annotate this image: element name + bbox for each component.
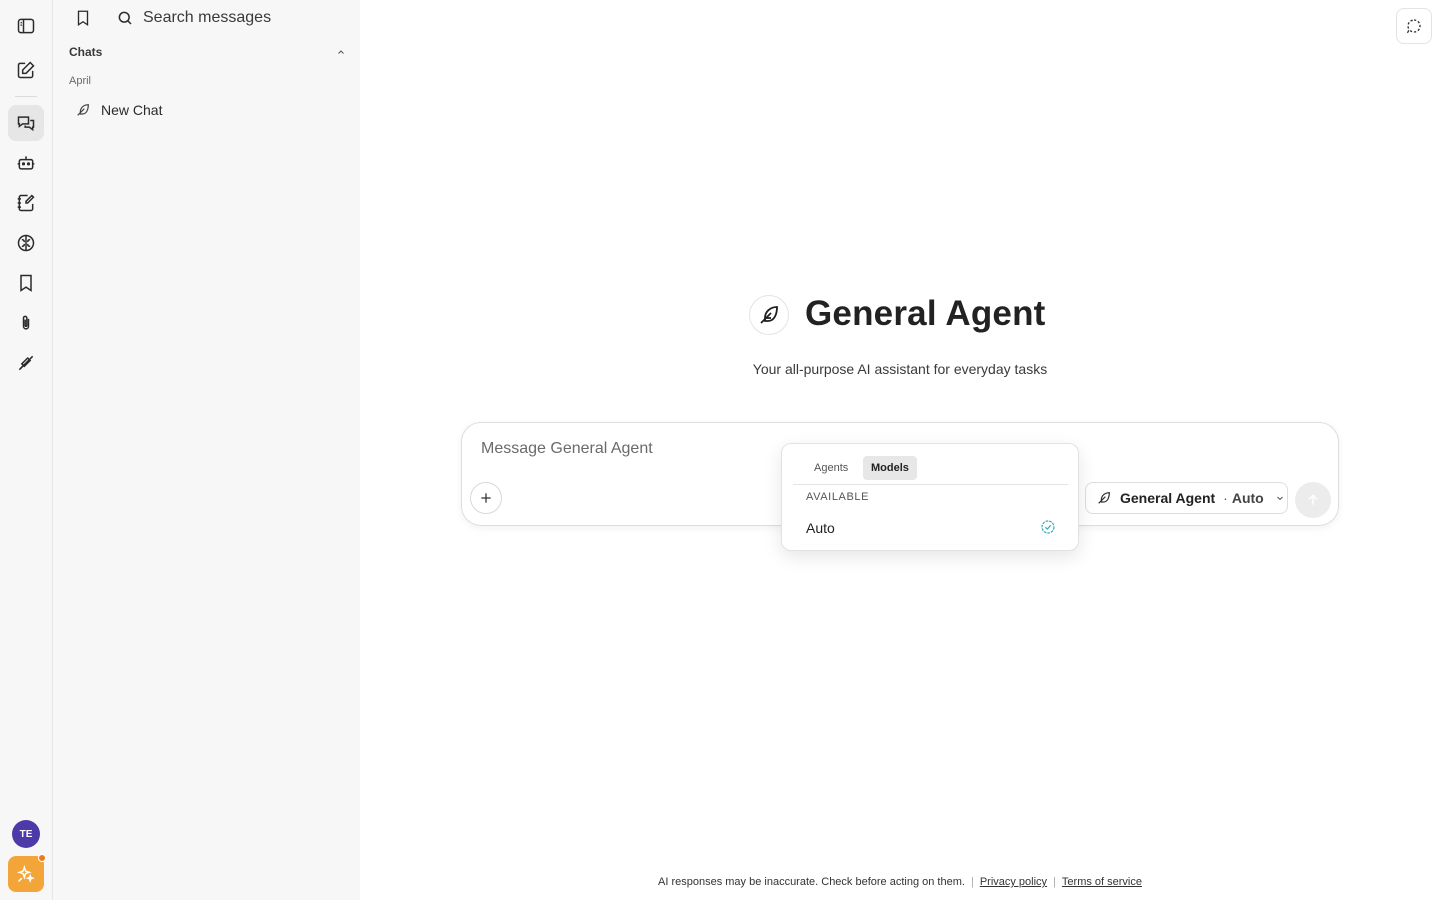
whats-new-button[interactable] [8, 856, 44, 892]
terms-of-service-link[interactable]: Terms of service [1062, 876, 1142, 888]
notification-dot [38, 854, 46, 862]
tab-models[interactable]: Models [863, 456, 917, 480]
dashed-chat-bubble-icon [1406, 19, 1421, 34]
send-button[interactable] [1295, 482, 1331, 518]
brain-icon [17, 234, 35, 252]
new-chat-button[interactable] [8, 52, 44, 88]
available-section-label: AVAILABLE [806, 491, 870, 503]
message-input[interactable] [481, 437, 781, 461]
selected-agent-label: General Agent [1120, 490, 1216, 506]
feather-icon [1098, 492, 1110, 504]
chat-group-label: April [69, 75, 92, 87]
selector-separator: · [1223, 490, 1228, 506]
bookmark-icon [77, 10, 89, 27]
chevron-down-icon [1276, 496, 1283, 501]
footer-disclaimer: AI responses may be inaccurate. Check be… [658, 876, 1142, 888]
model-option-label: Auto [806, 520, 835, 536]
tab-agents[interactable]: Agents [806, 456, 856, 480]
toggle-sidebar-button[interactable] [8, 8, 44, 44]
icon-rail: TE [0, 0, 53, 900]
feather-icon [77, 104, 89, 116]
notebooks-nav-button[interactable] [8, 185, 44, 221]
chats-section-header[interactable]: Chats [69, 44, 347, 60]
agent-model-selector[interactable]: General Agent · Auto [1085, 482, 1288, 514]
saved-button[interactable] [73, 8, 93, 28]
compose-icon [17, 61, 35, 79]
agent-title: General Agent [805, 294, 1046, 333]
rail-divider [15, 96, 37, 97]
chat-item-label: New Chat [101, 102, 163, 118]
agents-nav-button[interactable] [8, 145, 44, 181]
bookmarks-nav-button[interactable] [8, 265, 44, 301]
user-avatar[interactable]: TE [12, 820, 40, 848]
selected-model-label: Auto [1231, 490, 1264, 506]
chat-bubbles-icon [17, 116, 35, 132]
agent-logo [749, 295, 789, 335]
robot-icon [17, 156, 35, 170]
sidebar-toggle-icon [17, 18, 35, 34]
prompts-nav-button[interactable] [8, 345, 44, 381]
chevron-up-icon [338, 50, 344, 54]
plus-icon [481, 493, 491, 503]
sparkle-icon [16, 864, 35, 883]
attachments-nav-button[interactable] [8, 305, 44, 341]
model-picker-popover: Agents Models AVAILABLE Auto [781, 443, 1079, 551]
search-input[interactable] [143, 6, 343, 30]
chat-options-button[interactable] [1396, 8, 1432, 44]
privacy-policy-link[interactable]: Privacy policy [980, 876, 1047, 888]
knowledge-nav-button[interactable] [8, 225, 44, 261]
chat-list-item[interactable]: New Chat [65, 96, 349, 124]
disclaimer-text: AI responses may be inaccurate. Check be… [658, 876, 965, 888]
feather-icon [760, 306, 778, 324]
popover-divider [793, 484, 1068, 485]
notebook-pen-icon [17, 194, 35, 212]
chats-section-title: Chats [69, 45, 103, 59]
chat-sidebar: Chats April New Chat [53, 0, 360, 900]
avatar-initials: TE [19, 828, 33, 840]
agent-description: Your all-purpose AI assistant for everyd… [752, 361, 1048, 377]
chats-nav-button[interactable] [8, 105, 44, 141]
check-circle-icon [1041, 520, 1055, 534]
arrow-up-icon [1308, 494, 1318, 505]
paperclip-icon [22, 315, 30, 330]
search-icon [118, 11, 132, 25]
add-attachment-button[interactable] [470, 482, 502, 514]
model-option-auto[interactable]: Auto [794, 516, 1068, 540]
bookmark-icon [20, 274, 32, 292]
feather-tool-icon [18, 355, 34, 371]
